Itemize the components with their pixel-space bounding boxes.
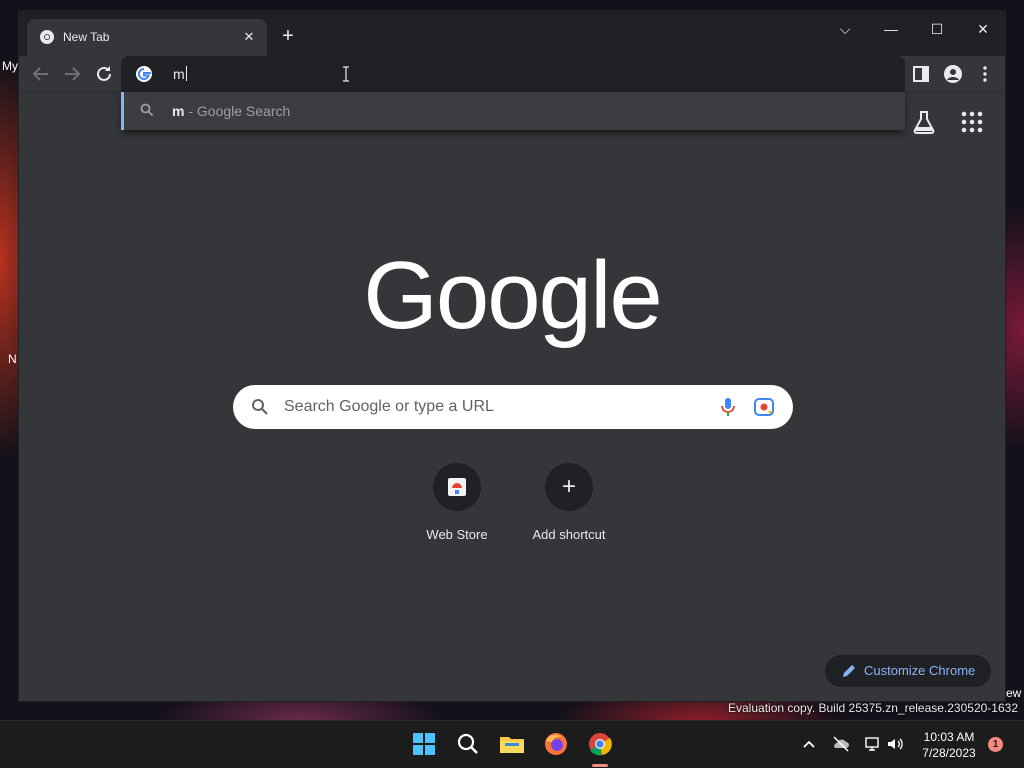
minimize-button[interactable]: — [877,19,905,39]
chevron-up-icon[interactable] [800,735,818,753]
customize-chrome-label: Customize Chrome [864,663,976,678]
browser-window: New Tab ✕ + ⌵ — ☐ ✕ m m - Google Search … [18,10,1006,702]
shortcut-label: Web Store [426,527,488,542]
new-tab-button[interactable]: + [277,25,299,47]
shortcut-tile [433,463,481,511]
shortcut-tile: + [545,463,593,511]
tab-new-tab[interactable]: New Tab ✕ [27,19,267,56]
profile-icon[interactable] [943,64,963,84]
taskbar-search-icon[interactable] [453,729,483,759]
tab-close-icon[interactable]: ✕ [239,27,259,47]
suggestion-text: m - Google Search [172,103,291,119]
maximize-button[interactable]: ☐ [923,19,951,39]
evaluation-watermark: Evaluation copy. Build 25375.zn_release.… [728,701,1018,715]
search-icon [140,103,154,117]
back-arrow-icon[interactable] [29,62,53,86]
system-clock[interactable]: 10:03 AM 7/28/2023 [914,729,984,761]
desktop-icon-label[interactable]: N [8,352,17,366]
clock-date: 7/28/2023 [922,746,976,760]
taskbar: 10:03 AM 7/28/2023 1 [0,720,1024,768]
network-icon[interactable] [864,735,882,753]
onedrive-offline-icon[interactable] [832,735,850,753]
address-input-text[interactable]: m [173,66,187,82]
text-cursor-icon [343,66,349,82]
shortcut-label: Add shortcut [532,527,606,542]
volume-icon[interactable] [886,735,904,753]
windows-start-icon[interactable] [409,729,439,759]
labs-flask-icon[interactable] [911,109,937,135]
side-panel-icon[interactable] [911,64,931,84]
close-window-button[interactable]: ✕ [969,19,997,39]
apps-grid-icon[interactable] [959,109,985,135]
chrome-taskbar-icon[interactable] [585,729,615,759]
customize-chrome-button[interactable]: Customize Chrome [825,655,991,687]
notification-badge[interactable]: 1 [988,737,1003,752]
ntp-search-box[interactable]: Search Google or type a URL [233,385,793,429]
search-placeholder: Search Google or type a URL [284,398,494,415]
toolbar: m [19,56,1005,93]
clock-time: 10:03 AM [923,730,975,744]
desktop-icon-label[interactable]: My [2,59,18,73]
file-explorer-icon[interactable] [497,729,527,759]
firefox-icon[interactable] [541,729,571,759]
search-icon [252,399,268,415]
desktop-edge-text: ew [1006,686,1022,700]
forward-arrow-icon[interactable] [60,62,84,86]
google-g-icon [136,66,152,82]
add-shortcut-button[interactable]: + Add shortcut [513,461,625,551]
web-store-icon [448,478,466,496]
pencil-icon [843,665,855,677]
plus-icon: + [561,473,576,500]
shortcut-web-store[interactable]: Web Store [401,461,513,551]
suggestion-row[interactable]: m - Google Search [121,92,905,130]
tab-search-icon[interactable]: ⌵ [831,19,859,39]
reload-icon[interactable] [92,62,116,86]
title-bar: New Tab ✕ + ⌵ — ☐ ✕ [19,11,1005,56]
active-app-indicator [592,764,608,767]
chrome-favicon-icon [40,30,54,44]
google-lens-icon[interactable] [753,397,775,417]
google-logo: Google [363,242,663,349]
tab-title: New Tab [63,30,110,44]
microphone-icon[interactable] [719,397,737,417]
more-menu-icon[interactable] [975,64,995,84]
address-bar[interactable]: m [121,56,905,92]
omnibox-suggestions: m - Google Search [121,92,905,130]
